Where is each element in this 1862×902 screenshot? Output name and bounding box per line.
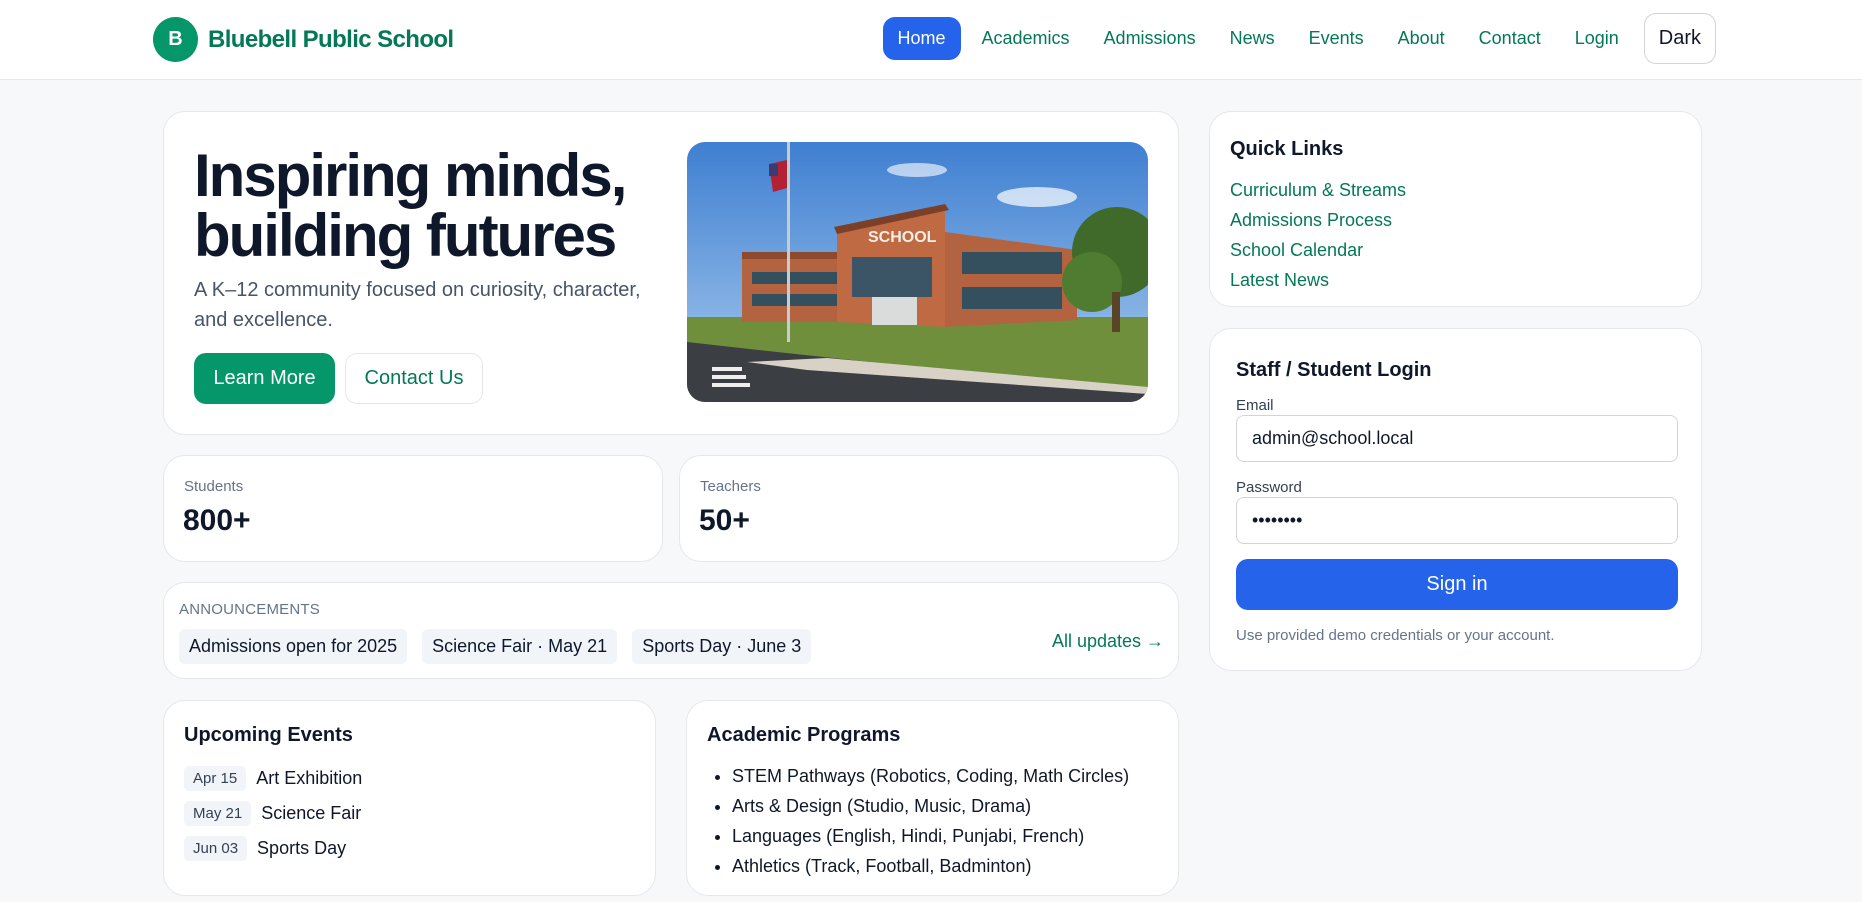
nav-home[interactable]: Home	[882, 17, 961, 60]
email-label: Email	[1236, 397, 1274, 414]
announcement-chip: Science Fair · May 21	[422, 629, 618, 664]
brand[interactable]: B Bluebell Public School	[153, 17, 454, 62]
event-row: Apr 15 Art Exhibition	[184, 761, 362, 796]
learn-more-button[interactable]: Learn More	[194, 353, 335, 404]
password-label: Password	[1236, 479, 1302, 496]
event-date: May 21	[184, 801, 252, 826]
login-card: Staff / Student Login Email admin@school…	[1209, 328, 1702, 671]
hero-title-line1: Inspiring minds,	[194, 142, 627, 209]
nav-academics[interactable]: Academics	[965, 16, 1087, 61]
hero-title-line2: building futures	[194, 202, 617, 269]
quick-links-title: Quick Links	[1230, 138, 1344, 160]
main-nav: Home Academics Admissions News Events Ab…	[882, 13, 1716, 64]
event-name: Sports Day	[257, 838, 347, 858]
quick-link-curriculum[interactable]: Curriculum & Streams	[1230, 175, 1406, 205]
hero-card: Inspiring minds, building futures A K–12…	[163, 111, 1179, 435]
nav-login[interactable]: Login	[1558, 16, 1636, 61]
upcoming-events-card: Upcoming Events Apr 15 Art Exhibition Ma…	[163, 700, 656, 896]
theme-toggle-button[interactable]: Dark	[1643, 13, 1716, 64]
program-item: STEM Pathways (Robotics, Coding, Math Ci…	[732, 761, 1129, 791]
login-note: Use provided demo credentials or your ac…	[1236, 627, 1555, 644]
school-sign: SCHOOL	[868, 229, 937, 246]
announcements-card: Announcements Admissions open for 2025 S…	[163, 582, 1179, 679]
event-list: Apr 15 Art Exhibition May 21 Science Fai…	[184, 761, 362, 866]
announcement-chip: Admissions open for 2025	[179, 629, 408, 664]
stat-value: 50+	[699, 504, 750, 537]
password-field[interactable]: ••••••••	[1236, 497, 1678, 544]
hero-title: Inspiring minds, building futures	[194, 146, 674, 266]
nav-contact[interactable]: Contact	[1462, 16, 1558, 61]
contact-us-button[interactable]: Contact Us	[345, 353, 483, 404]
event-name: Art Exhibition	[256, 768, 363, 788]
brand-logo: B	[153, 17, 198, 62]
event-row: Jun 03 Sports Day	[184, 831, 362, 866]
school-building-image: SCHOOL	[687, 142, 1148, 402]
program-item: Arts & Design (Studio, Music, Drama)	[732, 791, 1129, 821]
program-item: Athletics (Track, Football, Badminton)	[732, 851, 1129, 881]
announcements-label: Announcements	[179, 601, 320, 618]
announcement-chips: Admissions open for 2025 Science Fair · …	[179, 629, 826, 664]
top-navbar: B Bluebell Public School Home Academics …	[0, 0, 1862, 80]
stat-card-students: Students 800+	[163, 455, 663, 562]
sign-in-button[interactable]: Sign in	[1236, 559, 1678, 610]
events-title: Upcoming Events	[184, 724, 353, 746]
event-name: Science Fair	[261, 803, 362, 823]
stat-card-teachers: Teachers 50+	[679, 455, 1179, 562]
event-date: Jun 03	[184, 836, 248, 861]
stat-value: 800+	[183, 504, 251, 537]
event-row: May 21 Science Fair	[184, 796, 362, 831]
program-item: Languages (English, Hindi, Punjabi, Fren…	[732, 821, 1129, 851]
quick-link-news[interactable]: Latest News	[1230, 265, 1406, 295]
email-field[interactable]: admin@school.local	[1236, 415, 1678, 462]
quick-links-card: Quick Links Curriculum & Streams Admissi…	[1209, 111, 1702, 307]
quick-link-admissions[interactable]: Admissions Process	[1230, 205, 1406, 235]
quick-link-calendar[interactable]: School Calendar	[1230, 235, 1406, 265]
announcement-chip: Sports Day · June 3	[632, 629, 812, 664]
quick-links-list: Curriculum & Streams Admissions Process …	[1230, 175, 1406, 295]
login-title: Staff / Student Login	[1236, 359, 1432, 381]
stat-label: Students	[184, 478, 244, 495]
all-updates-link[interactable]: All updates →	[1052, 631, 1164, 652]
nav-news[interactable]: News	[1213, 16, 1292, 61]
program-list: STEM Pathways (Robotics, Coding, Math Ci…	[732, 761, 1129, 881]
nav-events[interactable]: Events	[1292, 16, 1381, 61]
stat-label: Teachers	[700, 478, 761, 495]
event-date: Apr 15	[184, 766, 247, 791]
academic-programs-card: Academic Programs STEM Pathways (Robotic…	[686, 700, 1179, 896]
hero-subtitle: A K–12 community focused on curiosity, c…	[194, 279, 641, 331]
brand-name: Bluebell Public School	[208, 25, 454, 53]
programs-title: Academic Programs	[707, 724, 901, 746]
nav-admissions[interactable]: Admissions	[1087, 16, 1213, 61]
nav-about[interactable]: About	[1381, 16, 1462, 61]
